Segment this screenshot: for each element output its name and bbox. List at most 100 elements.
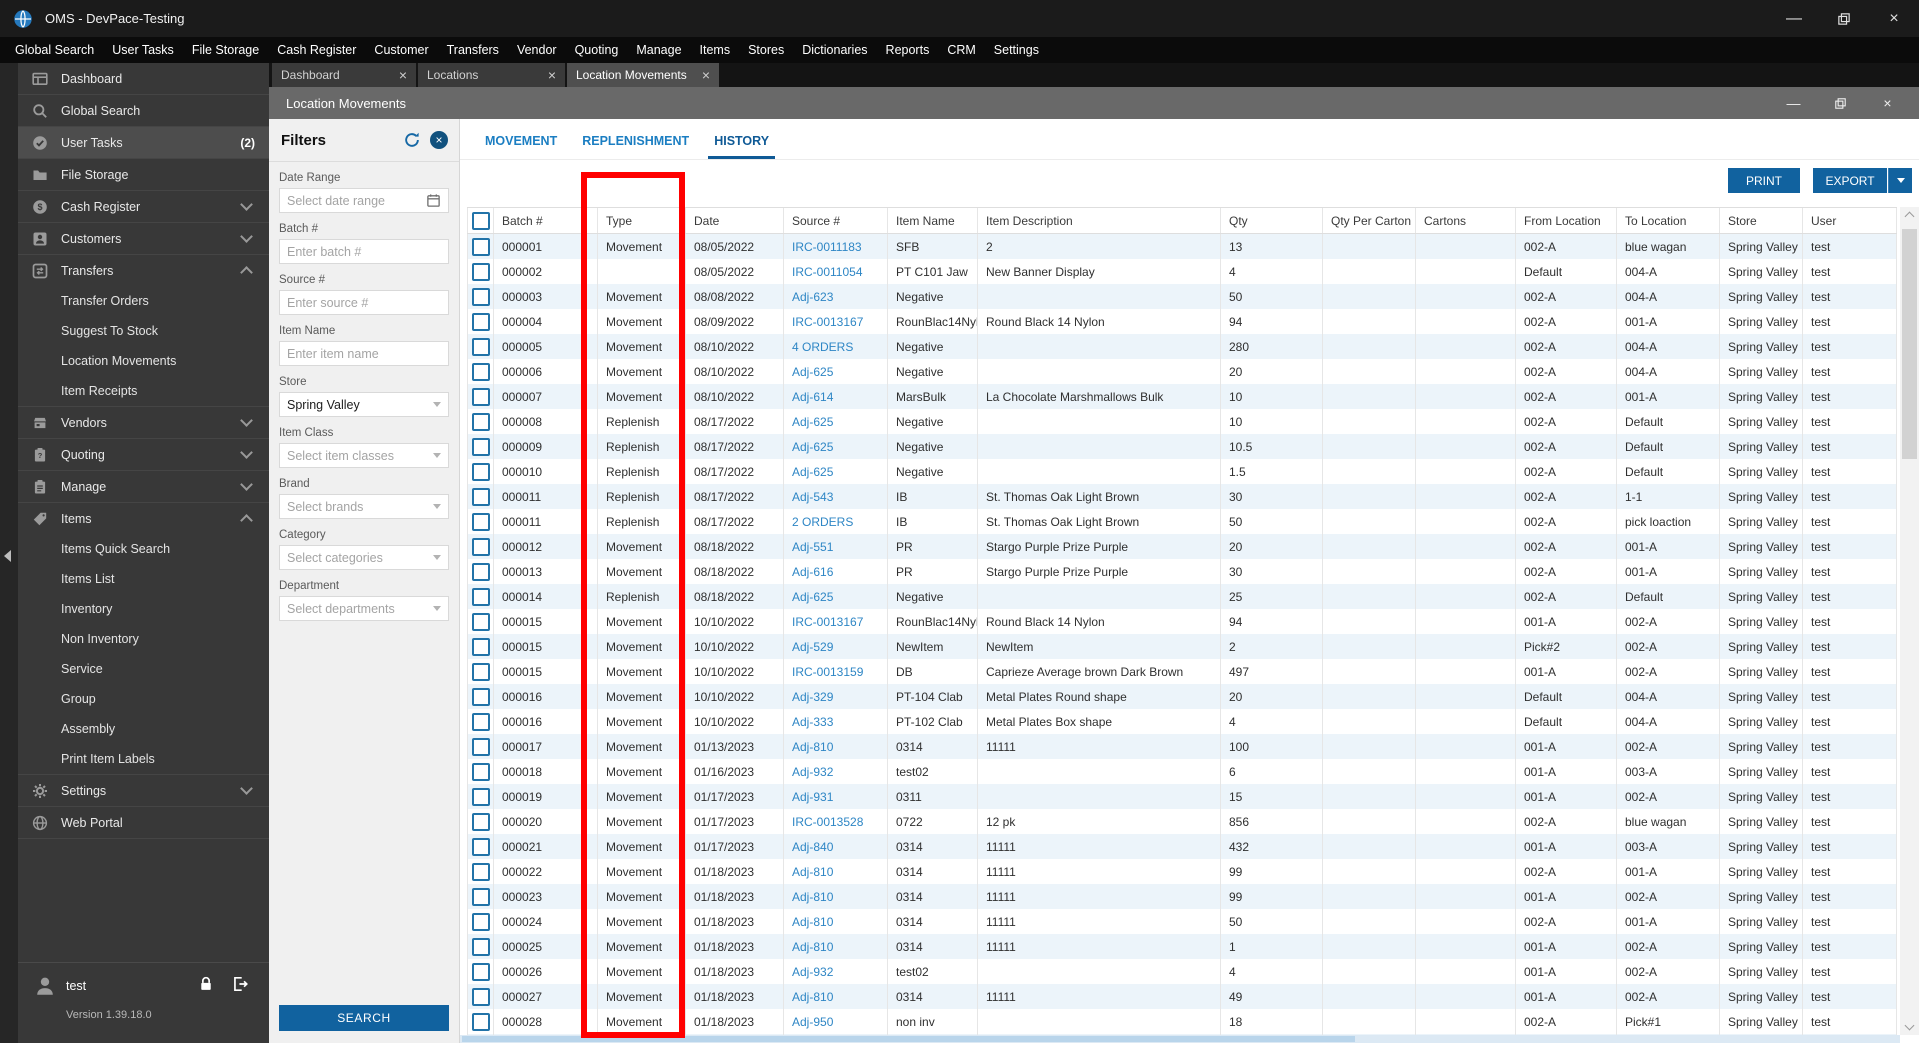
calendar-icon[interactable]	[426, 193, 441, 208]
source-link[interactable]: Adj-931	[792, 790, 833, 804]
column-header-cartons[interactable]: Cartons	[1416, 208, 1516, 233]
row-checkbox[interactable]	[471, 787, 490, 806]
doc-tab-locations[interactable]: Locations ×	[418, 63, 565, 87]
menu-item-dictionaries[interactable]: Dictionaries	[793, 43, 876, 57]
column-header-source[interactable]: Source #	[784, 208, 888, 233]
row-checkbox[interactable]	[471, 912, 490, 931]
close-tab-icon[interactable]: ×	[399, 68, 407, 82]
menu-item-user-tasks[interactable]: User Tasks	[103, 43, 183, 57]
table-row[interactable]: 000023 Movement 01/18/2023 Adj-810 0314 11111…	[467, 884, 1897, 909]
sidebar-item-items[interactable]: Items	[18, 502, 269, 534]
inner-minimize-button[interactable]: —	[1770, 87, 1817, 119]
sidebar-item-settings[interactable]: Settings	[18, 774, 269, 806]
source-link[interactable]: Adj-625	[792, 465, 833, 479]
source-link[interactable]: Adj-810	[792, 740, 833, 754]
row-checkbox[interactable]	[471, 762, 490, 781]
table-row[interactable]: 000014 Replenish 08/18/2022 Adj-625 Negative…	[467, 584, 1897, 609]
row-checkbox[interactable]	[471, 237, 490, 256]
row-checkbox[interactable]	[471, 862, 490, 881]
refresh-filters-icon[interactable]	[403, 131, 421, 149]
table-row[interactable]: 000015 Movement 10/10/2022 IRC-0013159 DB Cap…	[467, 659, 1897, 684]
vertical-scrollbar-thumb[interactable]	[1902, 229, 1917, 459]
source-link[interactable]: Adj-950	[792, 1015, 833, 1029]
source-link[interactable]: Adj-616	[792, 565, 833, 579]
source-link[interactable]: Adj-625	[792, 590, 833, 604]
column-header-qty-per-carton[interactable]: Qty Per Carton	[1323, 208, 1416, 233]
table-row[interactable]: 000004 Movement 08/09/2022 IRC-0013167 RounB…	[467, 309, 1897, 334]
source-link[interactable]: Adj-625	[792, 365, 833, 379]
source-link[interactable]: IRC-0011054	[792, 265, 863, 279]
table-row[interactable]: 000024 Movement 01/18/2023 Adj-810 0314 11111…	[467, 909, 1897, 934]
row-checkbox[interactable]	[471, 562, 490, 581]
table-row[interactable]: 000022 Movement 01/18/2023 Adj-810 0314 11111…	[467, 859, 1897, 884]
menu-item-file-storage[interactable]: File Storage	[183, 43, 268, 57]
row-checkbox[interactable]	[471, 262, 490, 281]
row-checkbox[interactable]	[471, 512, 490, 531]
horizontal-scrollbar-thumb[interactable]	[462, 1036, 1355, 1042]
window-close-button[interactable]: ×	[1869, 0, 1919, 37]
scroll-down-icon[interactable]	[1900, 1019, 1919, 1035]
sidebar-item-items-quick-search[interactable]: Items Quick Search	[18, 534, 269, 564]
row-checkbox[interactable]	[471, 337, 490, 356]
export-button[interactable]: EXPORT	[1813, 168, 1887, 193]
row-checkbox[interactable]	[471, 812, 490, 831]
inner-restore-button[interactable]	[1817, 87, 1864, 119]
menu-item-vendor[interactable]: Vendor	[508, 43, 566, 57]
sidebar-item-customers[interactable]: Customers	[18, 222, 269, 254]
source-link[interactable]: 4 ORDERS	[792, 340, 853, 354]
tab-replenishment[interactable]: REPLENISHMENT	[576, 122, 695, 159]
row-checkbox[interactable]	[471, 837, 490, 856]
sidebar-item-item-receipts[interactable]: Item Receipts	[18, 376, 269, 406]
column-header-user[interactable]: User	[1803, 208, 1897, 233]
table-row[interactable]: 000009 Replenish 08/17/2022 Adj-625 Negative…	[467, 434, 1897, 459]
table-row[interactable]: 000020 Movement 01/17/2023 IRC-0013528 0722 1…	[467, 809, 1897, 834]
table-row[interactable]: 000005 Movement 08/10/2022 4 ORDERS Negative…	[467, 334, 1897, 359]
batch-input[interactable]: Enter batch #	[279, 239, 449, 264]
sidebar-item-group[interactable]: Group	[18, 684, 269, 714]
row-checkbox[interactable]	[471, 737, 490, 756]
row-checkbox[interactable]	[471, 962, 490, 981]
scroll-up-icon[interactable]	[1900, 207, 1919, 223]
column-header-from-location[interactable]: From Location	[1516, 208, 1617, 233]
sidebar-item-suggest-to-stock[interactable]: Suggest To Stock	[18, 316, 269, 346]
table-row[interactable]: 000017 Movement 01/13/2023 Adj-810 0314 11111…	[467, 734, 1897, 759]
menu-item-quoting[interactable]: Quoting	[566, 43, 628, 57]
source-link[interactable]: Adj-840	[792, 840, 833, 854]
row-checkbox[interactable]	[471, 487, 490, 506]
source-link[interactable]: Adj-614	[792, 390, 833, 404]
sidebar-item-transfer-orders[interactable]: Transfer Orders	[18, 286, 269, 316]
item-name-input[interactable]: Enter item name	[279, 341, 449, 366]
menu-item-settings[interactable]: Settings	[985, 43, 1048, 57]
logout-icon[interactable]	[231, 975, 249, 993]
window-minimize-button[interactable]: —	[1769, 0, 1819, 37]
print-button[interactable]: PRINT	[1728, 168, 1800, 193]
row-checkbox[interactable]	[471, 412, 490, 431]
source-link[interactable]: IRC-0013167	[792, 615, 863, 629]
row-checkbox[interactable]	[471, 887, 490, 906]
table-row[interactable]: 000013 Movement 08/18/2022 Adj-616 PR Stargo …	[467, 559, 1897, 584]
row-checkbox[interactable]	[471, 537, 490, 556]
clear-filters-icon[interactable]: ×	[430, 131, 448, 149]
table-row[interactable]: 000007 Movement 08/10/2022 Adj-614 MarsBulk L…	[467, 384, 1897, 409]
source-link[interactable]: IRC-0013528	[792, 815, 863, 829]
source-link[interactable]: 2 ORDERS	[792, 515, 853, 529]
search-button[interactable]: SEARCH	[279, 1005, 449, 1031]
source-link[interactable]: Adj-810	[792, 915, 833, 929]
sidebar-item-inventory[interactable]: Inventory	[18, 594, 269, 624]
source-link[interactable]: Adj-623	[792, 290, 833, 304]
doc-tab-location-movements[interactable]: Location Movements ×	[567, 63, 719, 87]
sidebar-item-non-inventory[interactable]: Non Inventory	[18, 624, 269, 654]
sidebar-item-items-list[interactable]: Items List	[18, 564, 269, 594]
row-checkbox[interactable]	[471, 687, 490, 706]
vertical-scrollbar[interactable]	[1900, 207, 1919, 1035]
table-row[interactable]: 000016 Movement 10/10/2022 Adj-333 PT-102 Cl…	[467, 709, 1897, 734]
source-input[interactable]: Enter source #	[279, 290, 449, 315]
column-header-item-description[interactable]: Item Description	[978, 208, 1221, 233]
menu-item-items[interactable]: Items	[691, 43, 740, 57]
menu-item-customer[interactable]: Customer	[365, 43, 437, 57]
source-link[interactable]: IRC-0013167	[792, 315, 863, 329]
source-link[interactable]: Adj-329	[792, 690, 833, 704]
table-row[interactable]: 000008 Replenish 08/17/2022 Adj-625 Negative…	[467, 409, 1897, 434]
menu-item-crm[interactable]: CRM	[938, 43, 984, 57]
menu-item-global-search[interactable]: Global Search	[6, 43, 103, 57]
